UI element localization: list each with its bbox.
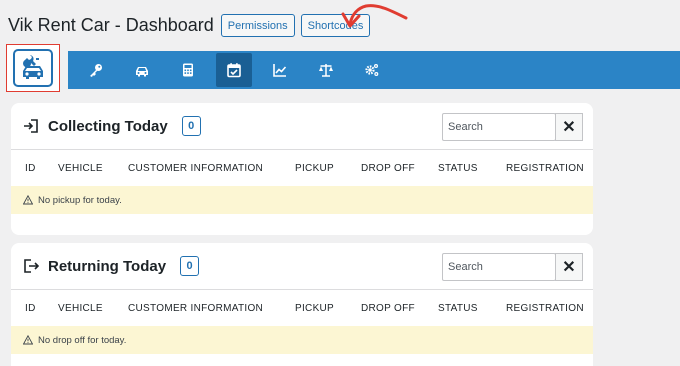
search-input[interactable] [442,113,556,141]
column-header-id[interactable]: ID [25,303,36,314]
empty-notice: No pickup for today. [11,186,593,214]
column-header-pickup[interactable]: PICKUP [295,303,334,314]
column-header-customer[interactable]: CUSTOMER INFORMATION [128,163,263,174]
car-wrench-logo-icon [23,55,43,79]
notice-text: No pickup for today. [38,194,122,206]
column-header-dropoff[interactable]: DROP OFF [361,163,415,174]
menu-item-legal[interactable] [308,53,344,87]
column-header-status[interactable]: STATUS [438,303,478,314]
empty-notice: No drop off for today. [11,326,593,354]
chart-line-icon [273,64,287,77]
panel-header: Returning Today 0 ✕ [11,243,593,289]
warning-icon [23,195,33,205]
key-icon [90,64,102,77]
plugin-logo [13,49,53,87]
calculator-icon [183,63,193,77]
clear-search-button[interactable]: ✕ [555,113,583,141]
page-title: Vik Rent Car - Dashboard [8,15,214,35]
column-header-status[interactable]: STATUS [438,163,478,174]
main-menu-bar [68,51,680,89]
column-header-registration[interactable]: REGISTRATION [506,163,584,174]
panel-header: Collecting Today 0 ✕ [11,103,593,149]
menu-item-calculator[interactable] [170,53,206,87]
page-header: Vik Rent Car - Dashboard Permissions Sho… [8,14,376,37]
balance-scale-icon [319,64,333,77]
returning-today-panel: Returning Today 0 ✕ ID VEHICLE CUSTOMER … [11,243,593,366]
table-header: ID VEHICLE CUSTOMER INFORMATION PICKUP D… [11,149,593,186]
collecting-today-panel: Collecting Today 0 ✕ ID VEHICLE CUSTOMER… [11,103,593,235]
column-header-vehicle[interactable]: VEHICLE [58,303,103,314]
menu-item-reports[interactable] [262,53,298,87]
menu-item-calendar[interactable] [216,53,252,87]
sign-in-icon [24,119,38,133]
gears-icon [365,64,379,76]
search-input[interactable] [442,253,556,281]
count-badge: 0 [180,256,200,276]
column-header-registration[interactable]: REGISTRATION [506,303,584,314]
annotation-arrow-icon [341,4,408,28]
calendar-check-icon [227,63,241,78]
column-header-pickup[interactable]: PICKUP [295,163,334,174]
column-header-vehicle[interactable]: VEHICLE [58,163,103,174]
clear-search-button[interactable]: ✕ [555,253,583,281]
panel-title: Collecting Today [48,117,168,135]
car-icon [136,67,148,77]
menu-item-key[interactable] [78,53,114,87]
count-badge: 0 [181,116,201,136]
panel-title: Returning Today [48,257,167,275]
column-header-dropoff[interactable]: DROP OFF [361,303,415,314]
warning-icon [23,335,33,345]
plugin-logo-highlight[interactable] [6,44,60,92]
menu-item-car[interactable] [124,53,160,87]
menu-item-settings[interactable] [354,53,390,87]
table-header: ID VEHICLE CUSTOMER INFORMATION PICKUP D… [11,289,593,326]
permissions-button[interactable]: Permissions [220,14,295,37]
sign-out-icon [24,259,39,273]
column-header-customer[interactable]: CUSTOMER INFORMATION [128,303,263,314]
notice-text: No drop off for today. [38,334,127,346]
column-header-id[interactable]: ID [25,163,36,174]
